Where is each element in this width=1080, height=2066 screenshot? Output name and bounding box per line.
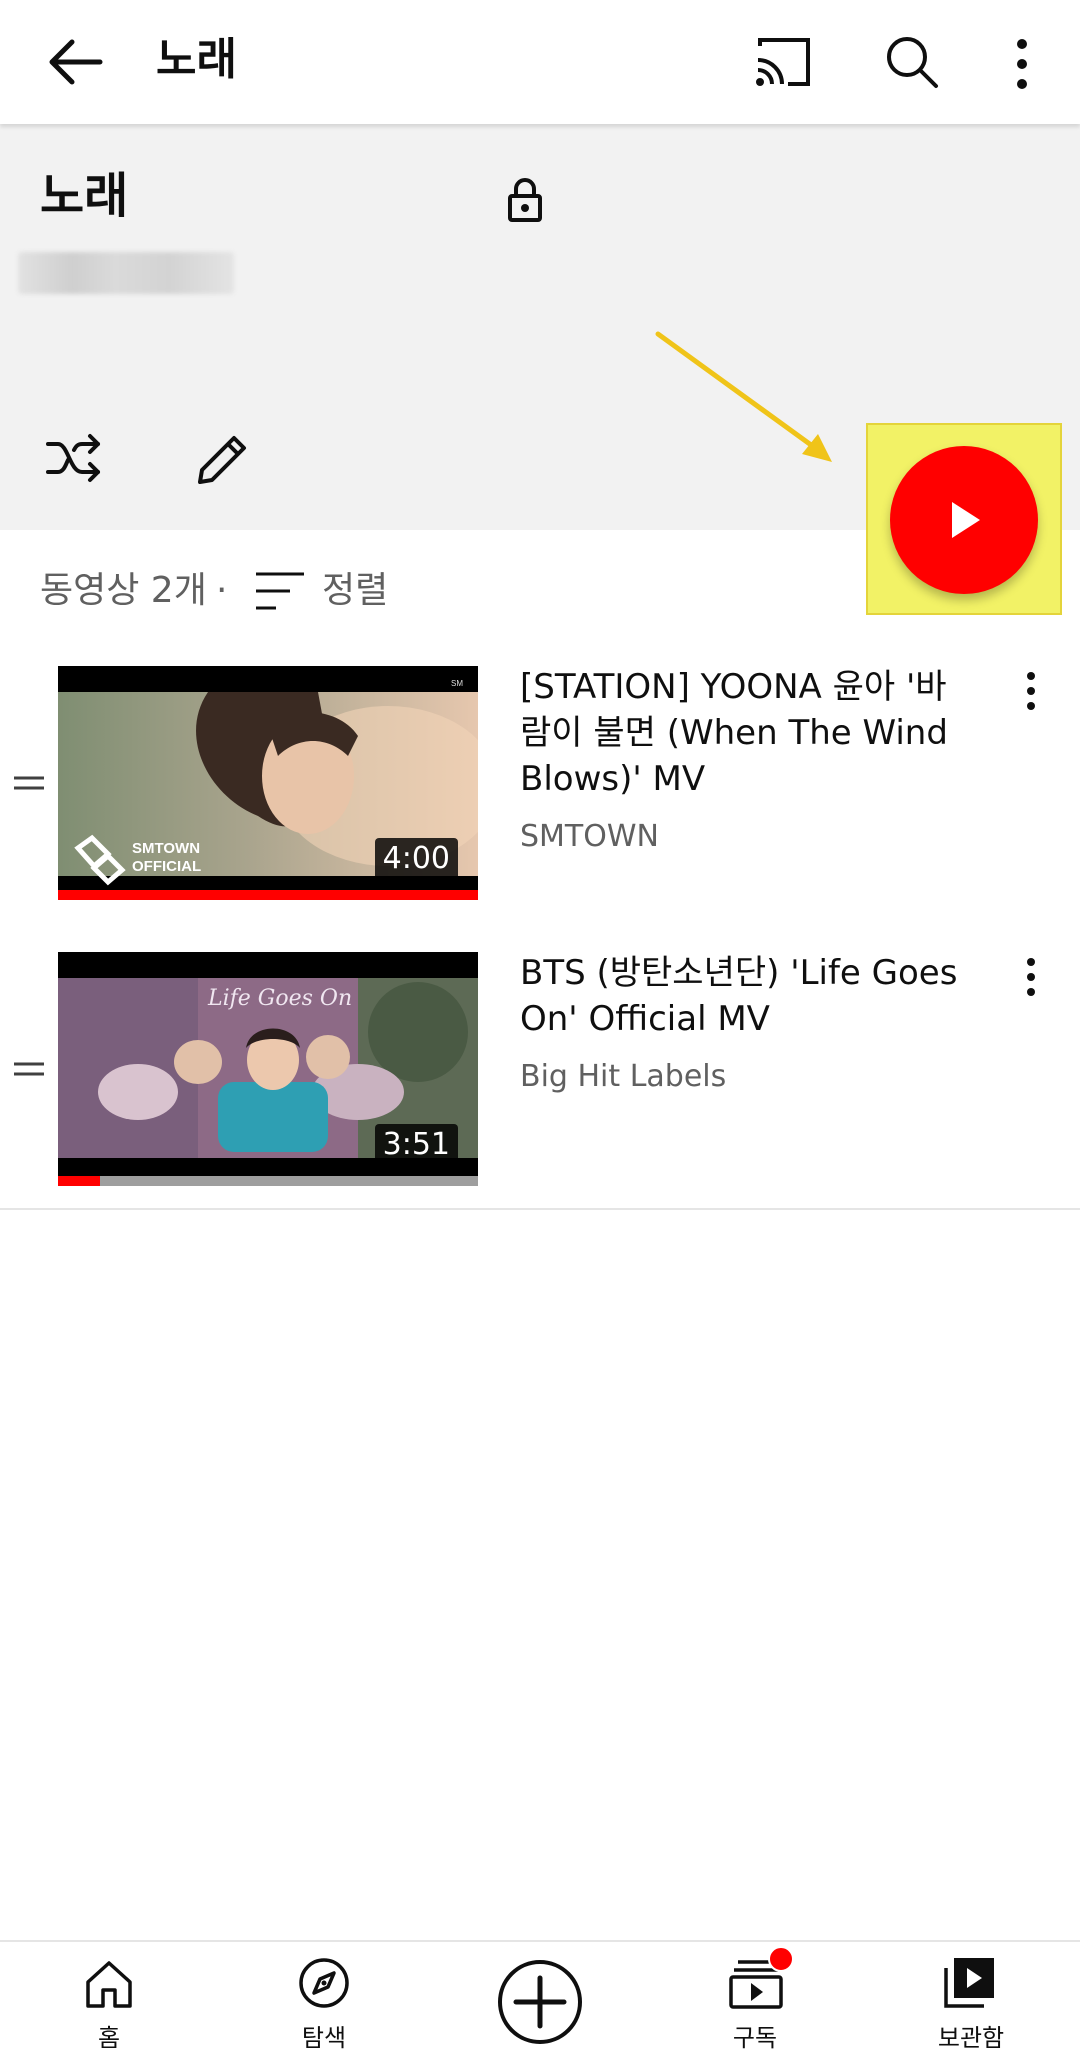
notification-dot [768,1946,794,1972]
drag-handle-icon[interactable] [12,772,46,794]
video-thumbnail[interactable]: SM SMTOWN OFFICIAL 4:00 [58,666,478,900]
thumb-brand-text: SMTOWN OFFICIAL [132,840,202,875]
watch-progress-fill [58,1176,100,1186]
watch-progress-track [58,1176,478,1186]
edit-icon[interactable] [194,428,250,488]
library-icon [944,1958,994,2008]
more-vert-icon[interactable] [1016,668,1046,714]
separator-dot: · [216,570,228,611]
nav-label: 홈 [97,2024,121,2052]
more-vert-icon[interactable] [1000,34,1044,94]
nav-label: 탐색 [301,2024,347,2052]
shuffle-icon[interactable] [44,428,104,488]
nav-explore[interactable]: 탐색 [249,1940,399,2064]
lock-icon [506,176,544,224]
drag-handle-icon[interactable] [12,1058,46,1080]
watch-progress-fill [58,890,478,900]
owner-name-blurred [18,252,234,294]
home-icon [86,1961,132,2008]
sort-icon[interactable] [254,568,306,614]
cast-icon[interactable] [752,34,814,90]
annotation-arrow [650,326,840,466]
search-icon[interactable] [882,32,942,92]
sort-button[interactable]: 정렬 [322,566,388,616]
nav-create[interactable] [465,1940,615,2064]
thumb-caption: Life Goes On [208,986,353,1011]
playlist-title: 노래 [40,168,129,224]
nav-subscriptions[interactable]: 구독 [680,1940,830,2064]
back-arrow-icon[interactable] [40,30,110,94]
nav-library[interactable]: 보관함 [896,1940,1046,2064]
play-all-button[interactable] [890,446,1038,594]
duration-badge: 3:51 [374,1124,458,1166]
video-thumbnail[interactable]: Life Goes On 3:51 [58,952,478,1186]
play-icon [952,502,980,538]
watch-progress-track [58,890,478,900]
more-vert-icon[interactable] [1016,954,1046,1000]
list-divider [0,1208,1080,1210]
nav-label: 보관함 [937,2024,1005,2052]
page-title: 노래 [156,34,237,85]
video-title[interactable]: [STATION] YOONA 윤아 '바람이 불면 (When The Win… [520,664,960,802]
explore-icon [299,1958,349,2008]
create-plus-icon [498,1960,582,2044]
nav-label: 구독 [732,2024,778,2052]
video-channel[interactable]: Big Hit Labels [520,1056,726,1098]
smtown-logo [74,834,128,886]
video-channel[interactable]: SMTOWN [520,816,659,858]
duration-badge: 4:00 [374,838,458,880]
nav-home[interactable]: 홈 [34,1940,184,2064]
video-count: 동영상 2개 [40,570,207,611]
svg-text:SM: SM [451,679,463,688]
video-title[interactable]: BTS (방탄소년단) 'Life Goes On' Official MV [520,950,960,1042]
